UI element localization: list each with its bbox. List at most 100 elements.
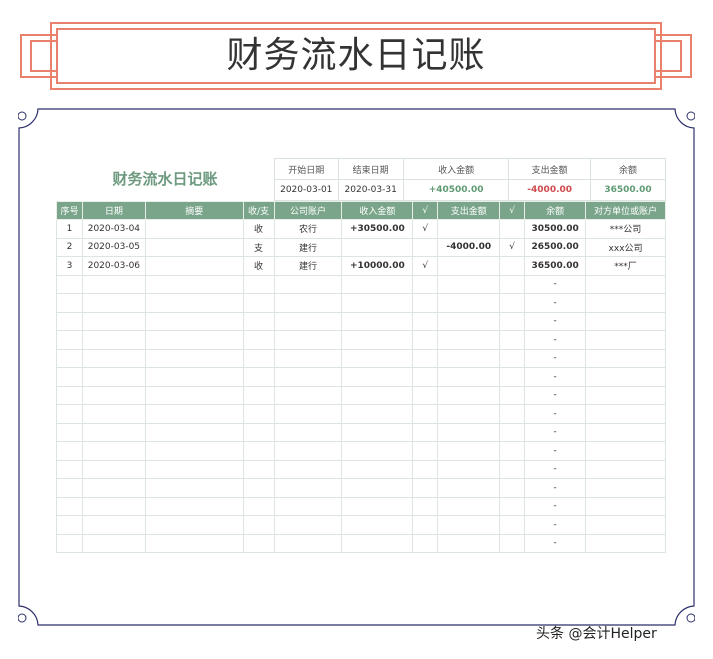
column-header: 摘要 bbox=[144, 201, 244, 220]
table-cell: - bbox=[524, 311, 587, 331]
table-cell bbox=[412, 441, 439, 461]
table-cell bbox=[56, 515, 83, 535]
table-cell bbox=[412, 422, 439, 442]
table-cell bbox=[412, 404, 439, 424]
table-cell bbox=[341, 441, 414, 461]
table-cell bbox=[585, 422, 666, 442]
table-cell: 收 bbox=[242, 219, 275, 239]
table-cell bbox=[56, 459, 83, 479]
table-cell: +10000.00 bbox=[341, 256, 414, 276]
table-cell bbox=[412, 348, 439, 368]
table-cell bbox=[144, 496, 244, 516]
table-cell bbox=[341, 422, 414, 442]
column-header: √ bbox=[499, 201, 526, 220]
table-cell: - bbox=[524, 330, 587, 350]
summary-table: 开始日期 结束日期 收入金额 支出金额 余额 2020-03-01 2020-0… bbox=[274, 158, 667, 201]
table-cell bbox=[585, 478, 666, 498]
table-cell bbox=[144, 348, 244, 368]
table-cell bbox=[81, 478, 146, 498]
table-cell bbox=[499, 367, 526, 387]
table-cell bbox=[144, 478, 244, 498]
table-row: 3 2020-03-06 收建行 +10000.00 √ 36500.00 ***厂 bbox=[56, 256, 666, 276]
table-cell bbox=[144, 404, 244, 424]
table-cell bbox=[144, 441, 244, 461]
table-cell bbox=[499, 274, 526, 294]
table-cell bbox=[499, 441, 526, 461]
table-cell bbox=[585, 274, 666, 294]
table-cell bbox=[56, 422, 83, 442]
table-row: 2 2020-03-05 支建行 -4000.00 √ 26500.00 xxx公司 bbox=[56, 237, 666, 257]
table-cell bbox=[341, 330, 414, 350]
table-cell bbox=[273, 404, 343, 424]
table-row-empty: - bbox=[56, 459, 666, 479]
column-header: √ bbox=[412, 201, 439, 220]
table-cell bbox=[499, 496, 526, 516]
summary-label: 结束日期 bbox=[337, 158, 404, 180]
table-cell bbox=[412, 237, 439, 257]
table-cell: xxx公司 bbox=[585, 237, 666, 257]
table-cell bbox=[273, 330, 343, 350]
table-cell bbox=[56, 330, 83, 350]
table-cell bbox=[585, 441, 666, 461]
table-cell bbox=[56, 496, 83, 516]
table-cell bbox=[81, 422, 146, 442]
table-cell bbox=[273, 533, 343, 553]
table-cell bbox=[437, 441, 501, 461]
summary-start-date: 2020-03-01 bbox=[274, 179, 339, 201]
table-cell bbox=[437, 311, 501, 331]
table-cell: √ bbox=[499, 237, 526, 257]
table-cell bbox=[144, 533, 244, 553]
table-cell bbox=[273, 496, 343, 516]
table-cell bbox=[585, 533, 666, 553]
table-cell bbox=[56, 311, 83, 331]
table-cell bbox=[341, 533, 414, 553]
table-cell bbox=[242, 293, 275, 313]
table-cell bbox=[144, 385, 244, 405]
table-cell bbox=[144, 237, 244, 257]
table-cell bbox=[585, 348, 666, 368]
table-cell bbox=[499, 478, 526, 498]
table-cell bbox=[437, 330, 501, 350]
table-cell: 2 bbox=[56, 237, 83, 257]
table-cell bbox=[341, 293, 414, 313]
table-cell bbox=[81, 385, 146, 405]
table-cell bbox=[341, 385, 414, 405]
table-cell bbox=[437, 478, 501, 498]
table-cell bbox=[81, 515, 146, 535]
table-cell bbox=[242, 348, 275, 368]
table-cell: - bbox=[524, 348, 587, 368]
table-row-empty: - bbox=[56, 441, 666, 461]
summary-end-date: 2020-03-31 bbox=[337, 179, 404, 201]
table-cell bbox=[56, 385, 83, 405]
table-cell bbox=[242, 385, 275, 405]
column-header: 序号 bbox=[56, 201, 83, 220]
table-cell: - bbox=[524, 385, 587, 405]
table-cell: +30500.00 bbox=[341, 219, 414, 239]
summary-label: 开始日期 bbox=[274, 158, 339, 180]
table-cell: - bbox=[524, 496, 587, 516]
table-cell bbox=[341, 274, 414, 294]
table-cell: - bbox=[524, 459, 587, 479]
table-cell bbox=[412, 274, 439, 294]
table-cell bbox=[437, 404, 501, 424]
column-header: 公司账户 bbox=[273, 201, 343, 220]
table-cell bbox=[242, 533, 275, 553]
table-cell bbox=[242, 422, 275, 442]
title-banner: 财务流水日记账 bbox=[20, 22, 692, 90]
table-row-empty: - bbox=[56, 515, 666, 535]
table-cell bbox=[585, 330, 666, 350]
table-cell bbox=[81, 311, 146, 331]
table-row-empty: - bbox=[56, 496, 666, 516]
table-cell bbox=[273, 515, 343, 535]
table-cell: 2020-03-06 bbox=[81, 256, 146, 276]
table-row-empty: - bbox=[56, 478, 666, 498]
table-cell bbox=[144, 311, 244, 331]
table-cell bbox=[412, 385, 439, 405]
table-cell bbox=[144, 293, 244, 313]
table-cell: - bbox=[524, 367, 587, 387]
sheet-title: 财务流水日记账 bbox=[112, 170, 218, 188]
table-cell bbox=[81, 274, 146, 294]
summary-income: +40500.00 bbox=[402, 179, 510, 201]
table-cell bbox=[81, 293, 146, 313]
table-cell: 2020-03-05 bbox=[81, 237, 146, 257]
